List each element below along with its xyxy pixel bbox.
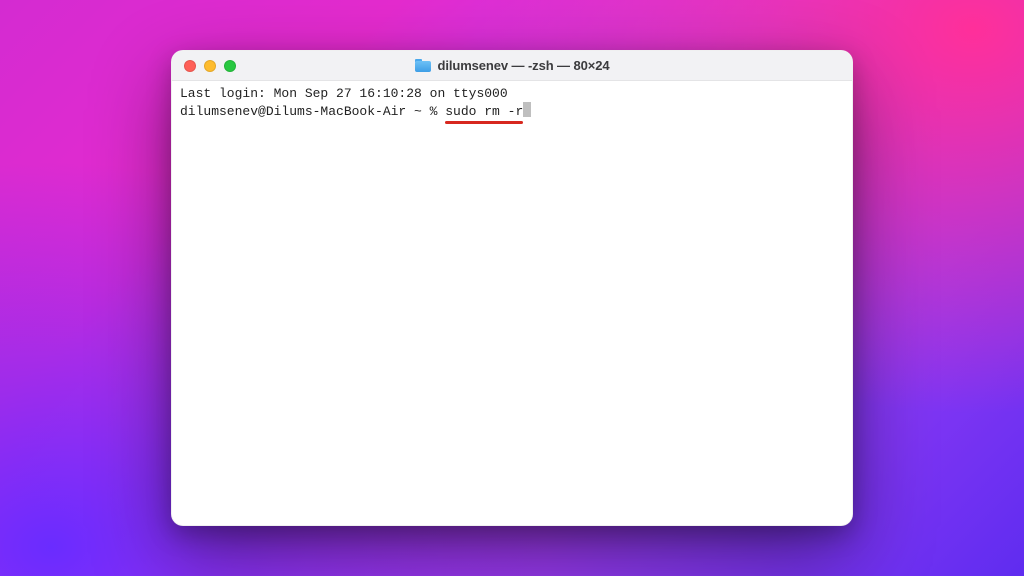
traffic-lights <box>184 60 236 72</box>
text-cursor <box>523 102 531 117</box>
zoom-icon[interactable] <box>224 60 236 72</box>
last-login-line: Last login: Mon Sep 27 16:10:28 on ttys0… <box>180 86 844 102</box>
annotation-underline <box>445 121 523 124</box>
typed-command: sudo rm -r <box>445 104 523 119</box>
terminal-body[interactable]: Last login: Mon Sep 27 16:10:28 on ttys0… <box>172 81 852 525</box>
home-folder-icon <box>415 59 431 72</box>
prompt-line: dilumsenev@Dilums-MacBook-Air ~ % sudo r… <box>180 102 844 120</box>
window-title: dilumsenev — -zsh — 80×24 <box>438 58 610 73</box>
titlebar[interactable]: dilumsenev — -zsh — 80×24 <box>172 51 852 81</box>
title-center: dilumsenev — -zsh — 80×24 <box>172 58 852 73</box>
terminal-window: dilumsenev — -zsh — 80×24 Last login: Mo… <box>171 50 853 526</box>
shell-prompt: dilumsenev@Dilums-MacBook-Air ~ % <box>180 104 445 119</box>
minimize-icon[interactable] <box>204 60 216 72</box>
close-icon[interactable] <box>184 60 196 72</box>
